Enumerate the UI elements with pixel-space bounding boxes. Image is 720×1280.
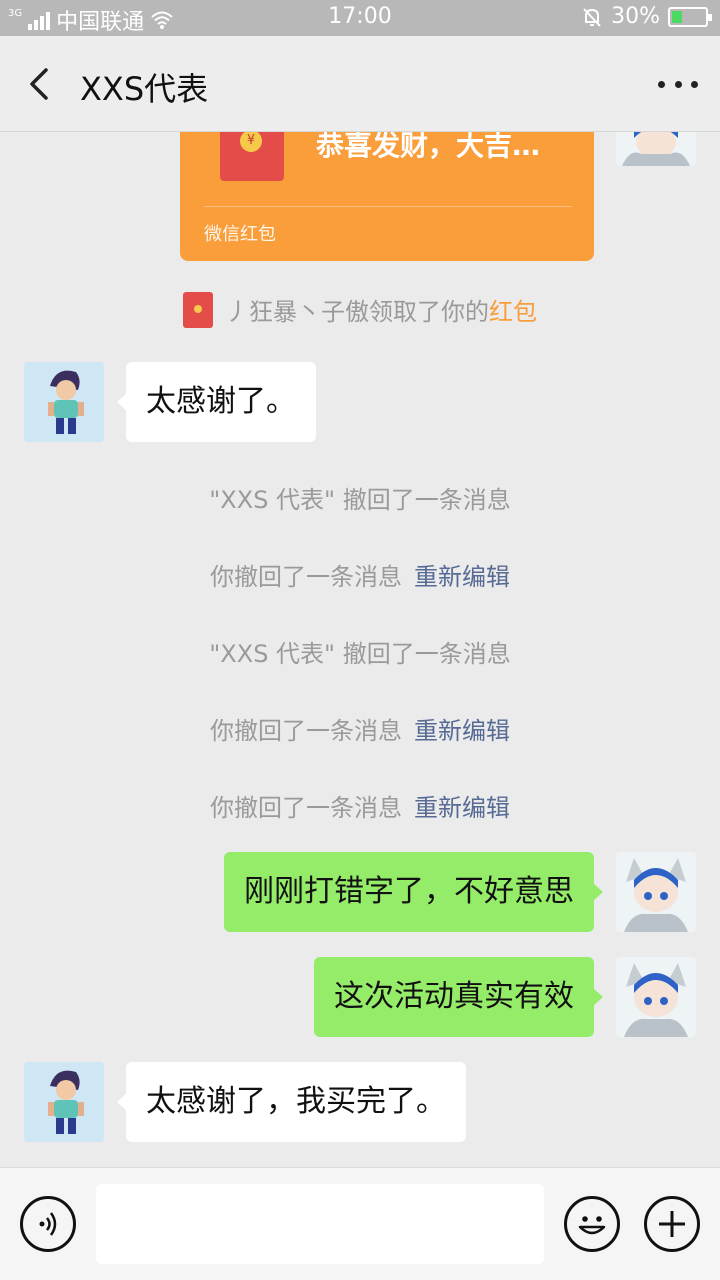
re-edit-link[interactable]: 重新编辑 [414,563,510,591]
red-packet-label: 微信红包 [204,224,276,245]
outgoing-message-bubble[interactable]: 这次活动真实有效 [314,957,603,1037]
chat-title: XXS代表 [80,70,209,108]
recall-notice: 你撤回了一条消息 重新编辑 [0,711,720,746]
anime-avatar-image [616,852,696,932]
red-packet-message[interactable]: ¥ 恭喜发财，大吉… 微信红包 [180,132,594,261]
contact-avatar[interactable] [24,1062,104,1142]
recall-text: 你撤回了一条消息 [210,794,402,822]
recall-notice: 你撤回了一条消息 重新编辑 [0,788,720,823]
red-packet-link[interactable]: 红包 [489,298,537,326]
battery-percent: 30% [611,4,660,29]
red-packet-greeting: 恭喜发财，大吉… [316,132,541,162]
dot-icon [674,80,682,88]
voice-icon [39,1212,57,1236]
chat-header: XXS代表 [0,36,720,132]
red-packet-notice: 丿狂暴丶子傲领取了你的红包 [0,292,720,331]
recall-text: "XXS 代表" 撤回了一条消息 [209,486,511,514]
chevron-left-icon [30,68,48,100]
my-avatar[interactable] [616,132,696,166]
emoji-button[interactable] [564,1196,620,1252]
anime-avatar-image [616,132,696,166]
more-functions-button[interactable] [644,1196,700,1252]
coin-icon: ¥ [240,132,262,152]
recall-notice: 你撤回了一条消息 重新编辑 [0,557,720,592]
contact-avatar[interactable] [24,362,104,442]
recall-notice: "XXS 代表" 撤回了一条消息 [0,634,720,669]
back-button[interactable] [22,64,62,104]
more-options-button[interactable] [658,66,698,102]
red-envelope-icon [183,292,213,328]
re-edit-link[interactable]: 重新编辑 [414,717,510,745]
message-input[interactable] [96,1184,544,1264]
incoming-message-bubble[interactable]: 太感谢了。 [117,362,316,442]
notice-text: 丿狂暴丶子傲领取了你的 [225,298,489,326]
my-avatar[interactable] [616,957,696,1037]
message-list[interactable]: ¥ 恭喜发财，大吉… 微信红包 丿狂暴丶子傲领取了你的红包 太感谢了。 "XXS… [0,132,720,1167]
plus-icon [659,1211,685,1237]
my-avatar[interactable] [616,852,696,932]
re-edit-link[interactable]: 重新编辑 [414,794,510,822]
outgoing-message-bubble[interactable]: 刚刚打错字了，不好意思 [224,852,603,932]
recall-notice: "XXS 代表" 撤回了一条消息 [0,480,720,515]
game-character-avatar-image [24,362,104,442]
recall-text: 你撤回了一条消息 [210,563,402,591]
mute-bell-icon [583,7,601,27]
dot-icon [658,80,665,88]
anime-avatar-image [616,957,696,1037]
status-bar: 3G 中国联通 17:00 30% [0,0,720,36]
recall-text: 你撤回了一条消息 [210,717,402,745]
recall-text: "XXS 代表" 撤回了一条消息 [209,640,511,668]
input-bar [0,1167,720,1280]
divider [204,206,572,207]
smiley-icon [578,1216,606,1235]
battery-icon [668,6,712,27]
voice-input-button[interactable] [20,1196,76,1252]
game-character-avatar-image [24,1062,104,1142]
dot-icon [691,80,698,88]
red-envelope-icon: ¥ [220,132,284,181]
incoming-message-bubble[interactable]: 太感谢了，我买完了。 [117,1062,466,1142]
